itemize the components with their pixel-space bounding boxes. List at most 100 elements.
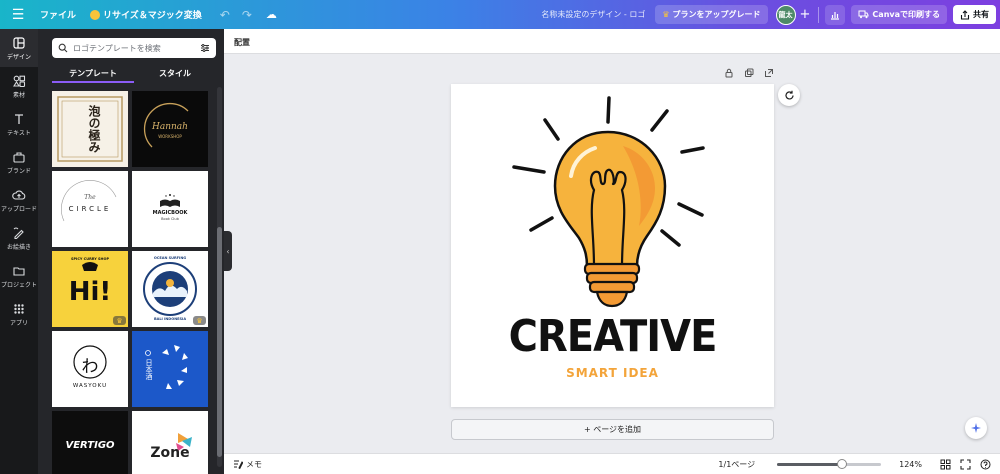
bottom-bar: メモ 1/1ページ 124%: [224, 453, 1000, 474]
notes-label: メモ: [246, 459, 262, 469]
notes-icon: [234, 460, 243, 469]
panel-scrollbar[interactable]: [217, 87, 222, 467]
rail-label: アップロード: [0, 205, 37, 213]
position-button[interactable]: 配置: [234, 37, 250, 48]
upload-icon: [12, 189, 26, 200]
crown-icon: ♛: [662, 10, 670, 19]
refresh-icon[interactable]: [778, 84, 800, 106]
rail-item-apps[interactable]: アプリ: [0, 295, 38, 333]
rail-item-draw[interactable]: お絵描き: [0, 219, 38, 257]
tab-templates[interactable]: テンプレート: [52, 65, 134, 83]
magic-assistant-icon[interactable]: [965, 417, 987, 439]
rail-item-text[interactable]: テキスト: [0, 105, 38, 143]
add-collaborator-icon[interactable]: +: [800, 7, 811, 22]
rail-item-elements[interactable]: 素材: [0, 67, 38, 105]
triangle-cluster-graphic: [176, 433, 192, 451]
rail-label: デザイン: [6, 53, 31, 61]
template-tile[interactable]: 泡の極み: [52, 91, 128, 167]
template-search-input[interactable]: ロゴテンプレートを検索: [52, 38, 216, 58]
top-bar: ☰ ファイル リサイズ＆マジック変換 ↶ ↷ ☁ 名称未設定のデザイン - ロゴ…: [0, 0, 1000, 29]
open-book-graphic: [160, 194, 180, 207]
notes-button[interactable]: メモ: [233, 459, 262, 470]
rail-item-design[interactable]: デザイン: [0, 29, 38, 67]
template-title: WASYOKU: [72, 383, 108, 389]
template-title: VERTIGO: [65, 440, 115, 451]
template-title: Zone: [150, 445, 190, 461]
zoom-slider[interactable]: [777, 458, 882, 469]
template-title: MAGICBOOK: [152, 210, 188, 216]
text-icon: [15, 113, 23, 124]
template-tile[interactable]: VERTIGO: [52, 411, 128, 474]
rail-item-upload[interactable]: アップロード: [0, 181, 38, 219]
template-tile[interactable]: MAGICBOOK Book Club: [132, 171, 208, 247]
zoom-level[interactable]: 124%: [899, 460, 922, 469]
premium-crown-icon: ♛: [113, 316, 126, 325]
template-title: 日本酒: [145, 359, 153, 380]
rail-label: アプリ: [9, 319, 28, 327]
template-tile[interactable]: OCEAN SURFING BALI INDONESIA ♛: [132, 251, 208, 327]
cloud-save-icon[interactable]: ☁: [266, 8, 277, 21]
rail-label: お絵描き: [6, 243, 31, 251]
share-button[interactable]: 共有: [953, 5, 996, 24]
print-button[interactable]: Canvaで印刷する: [851, 5, 947, 24]
projects-icon: [13, 266, 25, 276]
zoom-slider-knob[interactable]: [836, 458, 847, 469]
truck-icon: [858, 10, 869, 19]
template-tile[interactable]: わ WASYOKU: [52, 331, 128, 407]
document-title[interactable]: 名称未設定のデザイン - ロゴ: [541, 9, 645, 20]
print-label: Canvaで印刷する: [872, 10, 940, 19]
draw-icon: [13, 227, 24, 239]
share-icon: [960, 9, 970, 20]
rail-item-projects[interactable]: プロジェクト: [0, 257, 38, 295]
rail-item-brand[interactable]: ブランド: [0, 143, 38, 181]
divider: [818, 6, 820, 23]
template-tile[interactable]: 日本酒: [132, 331, 208, 407]
fullscreen-icon[interactable]: [960, 458, 971, 470]
design-canvas-page[interactable]: CREATIVE SMART IDEA: [451, 84, 774, 407]
template-tile[interactable]: SPICY CURRY SHOP Hi! ♛: [52, 251, 128, 327]
menu-icon[interactable]: ☰: [0, 7, 36, 23]
duplicate-icon[interactable]: [744, 68, 754, 78]
collapse-panel-handle[interactable]: ‹: [224, 231, 232, 271]
undo-icon[interactable]: ↶: [220, 8, 230, 22]
grid-view-icon[interactable]: [940, 459, 951, 470]
template-tile[interactable]: The CIRCLE: [52, 171, 128, 247]
analytics-icon[interactable]: [825, 4, 846, 25]
panel-scrollbar-thumb[interactable]: [217, 227, 222, 457]
filter-icon[interactable]: [200, 43, 210, 53]
rail-label: テキスト: [7, 129, 31, 137]
template-glyph: わ: [81, 357, 99, 377]
magic-resize-button[interactable]: リサイズ＆マジック変換: [90, 8, 202, 21]
file-menu-button[interactable]: ファイル: [40, 8, 76, 21]
template-title: OCEAN SURFING: [153, 256, 187, 260]
template-title: Hannah: [152, 122, 188, 132]
magic-resize-label: リサイズ＆マジック変換: [103, 11, 202, 21]
elements-icon: [13, 75, 26, 87]
logo-subtitle-text[interactable]: SMART IDEA: [451, 366, 774, 380]
template-subtitle: Book Club: [161, 217, 179, 221]
template-title: 泡の極み: [87, 105, 101, 153]
share-label: 共有: [973, 10, 989, 19]
templates-panel: ロゴテンプレートを検索 テンプレート スタイル 泡の極み Hannah WORK…: [38, 29, 224, 474]
template-tile[interactable]: Hannah WORKSHOP: [132, 91, 208, 167]
avatar[interactable]: 龍太: [775, 4, 796, 25]
page-count[interactable]: 1/1ページ: [718, 459, 755, 470]
rail-label: プロジェクト: [0, 281, 37, 289]
rail-label: ブランド: [6, 167, 31, 175]
lock-icon[interactable]: [724, 68, 734, 78]
design-icon: [13, 36, 25, 49]
page-tools: [724, 68, 774, 80]
upgrade-button[interactable]: ♛ プランをアップグレード: [655, 5, 768, 24]
rail-label: 素材: [12, 91, 25, 99]
premium-crown-icon: ♛: [193, 316, 206, 325]
logo-title-text[interactable]: CREATIVE: [451, 312, 774, 362]
crown-icon: [90, 9, 101, 20]
add-page-icon[interactable]: [764, 68, 774, 78]
template-tile[interactable]: Zone: [132, 411, 208, 474]
search-placeholder: ロゴテンプレートを検索: [73, 43, 161, 53]
context-toolbar: 配置: [224, 29, 1000, 54]
add-page-button[interactable]: + ページを追加: [451, 419, 774, 440]
redo-icon[interactable]: ↷: [242, 8, 252, 22]
tab-styles[interactable]: スタイル: [134, 65, 216, 83]
help-icon[interactable]: [980, 459, 991, 470]
